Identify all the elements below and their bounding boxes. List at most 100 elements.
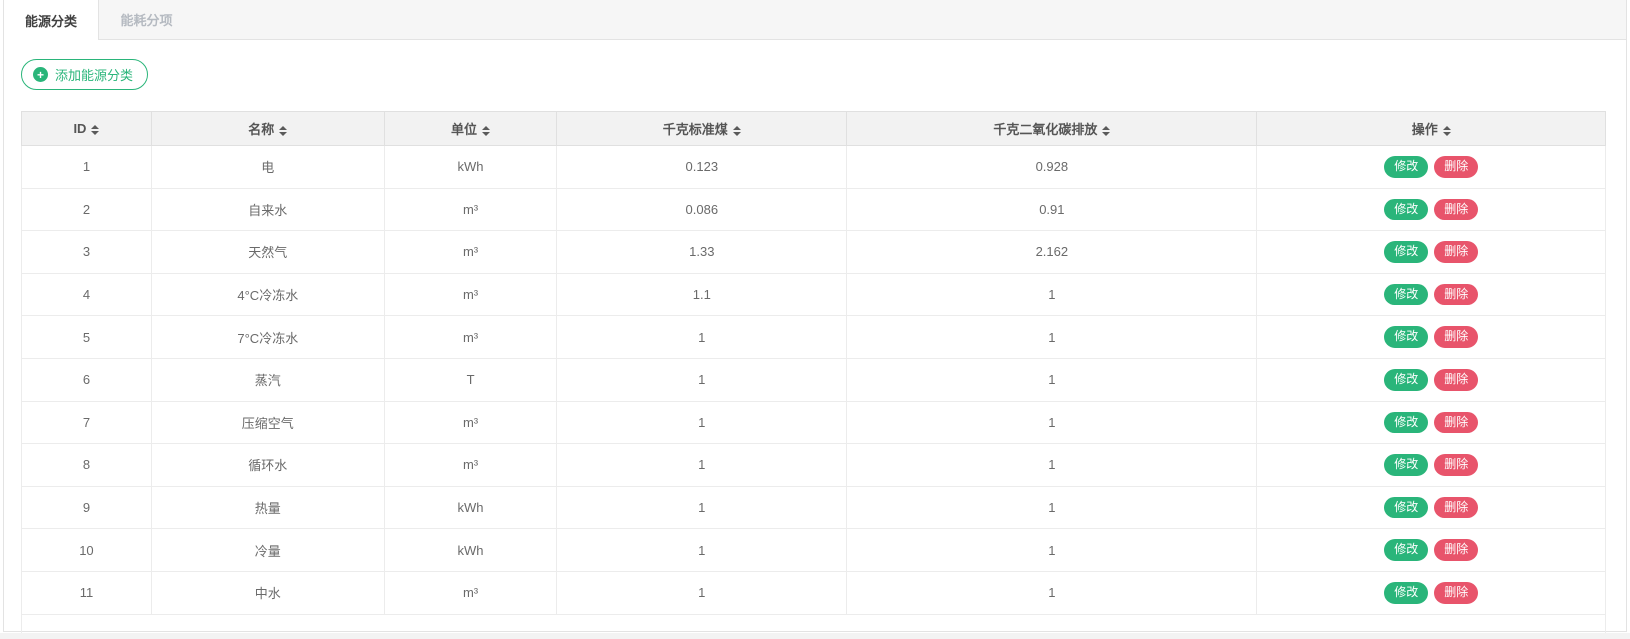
edit-button[interactable]: 修改 [1384,496,1429,519]
cell-coal: 1 [556,400,848,445]
cell-actions: 修改 删除 [1256,145,1606,189]
cell-name: 蒸汽 [150,357,385,402]
column-header-id[interactable]: ID [21,111,152,146]
page-bottom-strip [0,633,1630,639]
cell-actions: 修改 删除 [1256,272,1606,317]
delete-button[interactable]: 删除 [1434,539,1479,561]
cell-coal: 1 [556,443,848,487]
tab-energy-category[interactable]: 能源分类 [4,0,99,40]
cell-co2: 1 [846,400,1258,445]
edit-button[interactable]: 修改 [1384,454,1429,476]
cell-name: 电 [150,145,385,189]
delete-button[interactable]: 删除 [1434,241,1479,263]
delete-button[interactable]: 删除 [1434,326,1479,348]
content-card: 能源分类 能耗分项 + 添加能源分类 ID 名称 单位 千克标准煤 千克二氧化碳排放 操作… [3,0,1627,634]
tab-energy-category-label: 能源分类 [24,13,77,29]
column-header-label: ID [73,121,87,136]
add-button-label: 添加能源分类 [55,68,134,83]
cell-name: 循环水 [150,443,385,487]
table-row: 5 7°C冷冻水 m³ 1 1 修改 删除 [21,315,1606,359]
edit-button[interactable]: 修改 [1384,283,1429,306]
cell-id: 7 [21,400,152,445]
delete-button[interactable]: 删除 [1434,368,1479,391]
cell-unit: T [383,357,558,402]
cell-name: 自来水 [150,187,385,232]
sort-icon [732,125,741,136]
cell-id: 10 [21,528,152,572]
cell-id: 8 [21,443,152,487]
column-header-label: 名称 [248,122,275,137]
edit-button[interactable]: 修改 [1384,581,1429,604]
edit-button[interactable]: 修改 [1384,326,1429,348]
table-row: 4 4°C冷冻水 m³ 1.1 1 修改 删除 [21,272,1606,317]
cell-actions: 修改 删除 [1256,187,1606,232]
main-content: + 添加能源分类 ID 名称 单位 千克标准煤 千克二氧化碳排放 操作 1 电 kWh 0.12… [4,40,1626,634]
delete-button[interactable]: 删除 [1434,156,1479,178]
delete-button[interactable]: 删除 [1434,283,1479,306]
column-header-co2[interactable]: 千克二氧化碳排放 [846,111,1258,146]
table-body: 1 电 kWh 0.123 0.928 修改 删除 2 自来水 m³ 0.086 0.91 修改 删除 3 天… [21,145,1606,634]
cell-co2: 1 [846,443,1258,487]
edit-button[interactable]: 修改 [1384,539,1429,561]
edit-button[interactable]: 修改 [1384,198,1429,221]
column-header-label: 千克二氧化碳排放 [993,122,1098,137]
cell-unit: m³ [383,272,558,317]
column-header-ops[interactable]: 操作 [1256,111,1606,146]
cell-id: 6 [21,357,152,402]
tab-bar: 能源分类 能耗分项 [4,0,1626,40]
column-header-label: 操作 [1411,122,1438,137]
edit-button[interactable]: 修改 [1384,241,1429,263]
cell-co2: 1 [846,485,1258,530]
column-header-coal[interactable]: 千克标准煤 [556,111,848,146]
add-energy-category-button[interactable]: + 添加能源分类 [21,59,149,90]
energy-category-table: ID 名称 单位 千克标准煤 千克二氧化碳排放 操作 1 电 kWh 0.123 0.928 修改删… [21,111,1606,634]
delete-button[interactable]: 删除 [1434,496,1479,519]
table-row: 1 电 kWh 0.123 0.928 修改 删除 [21,145,1606,189]
table-row: 10 冷量 kWh 1 1 修改 删除 [21,528,1606,572]
delete-button[interactable]: 删除 [1434,411,1479,434]
cell-name: 冷量 [150,528,385,572]
sort-icon [1102,125,1111,136]
cell-actions: 修改 删除 [1256,570,1606,615]
cell-unit: m³ [383,400,558,445]
cell-co2: 2.162 [846,230,1258,274]
edit-button[interactable]: 修改 [1384,368,1429,391]
cell-coal: 0.123 [556,145,848,189]
delete-button[interactable]: 删除 [1434,198,1479,221]
table-footer-cell [21,613,1606,634]
cell-coal: 1 [556,485,848,530]
cell-name: 中水 [150,570,385,615]
table-row: 9 热量 kWh 1 1 修改 删除 [21,485,1606,530]
cell-unit: kWh [383,528,558,572]
cell-co2: 0.928 [846,145,1258,189]
table-row: 6 蒸汽 T 1 1 修改 删除 [21,357,1606,402]
tab-energy-consumption-subitem[interactable]: 能耗分项 [99,0,194,39]
cell-coal: 1.1 [556,272,848,317]
cell-actions: 修改 删除 [1256,443,1606,487]
cell-unit: m³ [383,187,558,232]
cell-id: 1 [21,145,152,189]
delete-button[interactable]: 删除 [1434,454,1479,476]
cell-co2: 1 [846,357,1258,402]
cell-actions: 修改 删除 [1256,485,1606,530]
cell-actions: 修改 删除 [1256,230,1606,274]
sort-icon [1442,125,1451,136]
edit-button[interactable]: 修改 [1384,156,1429,178]
cell-unit: m³ [383,315,558,359]
edit-button[interactable]: 修改 [1384,411,1429,434]
delete-button[interactable]: 删除 [1434,581,1479,604]
cell-unit: m³ [383,570,558,615]
cell-id: 3 [21,230,152,274]
cell-co2: 1 [846,528,1258,572]
column-header-label: 单位 [451,122,478,137]
cell-coal: 1 [556,357,848,402]
table-row: 2 自来水 m³ 0.086 0.91 修改 删除 [21,187,1606,232]
column-header-unit[interactable]: 单位 [383,111,558,146]
tab-energy-consumption-subitem-label: 能耗分项 [120,13,173,28]
table-footer-row [21,613,1606,634]
cell-actions: 修改 删除 [1256,357,1606,402]
column-header-label: 千克标准煤 [662,122,728,137]
column-header-name[interactable]: 名称 [150,111,385,146]
table-row: 8 循环水 m³ 1 1 修改 删除 [21,443,1606,487]
sort-icon [482,125,491,136]
